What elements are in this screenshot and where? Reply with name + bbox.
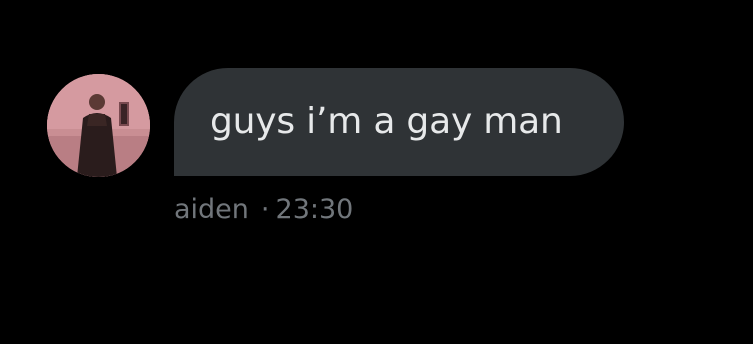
message-time: 23:30 — [275, 193, 354, 225]
sender-name[interactable]: aiden — [174, 194, 249, 225]
message-meta: aiden · 23:30 — [174, 193, 353, 225]
meta-separator: · — [260, 193, 270, 225]
avatar-photo — [47, 74, 150, 177]
message-bubble[interactable]: guys i’m a gay man — [174, 68, 624, 176]
avatar[interactable] — [47, 74, 150, 177]
message-row: guys i’m a gay man aiden · 23:30 — [0, 0, 753, 344]
message-text: guys i’m a gay man — [210, 101, 563, 142]
